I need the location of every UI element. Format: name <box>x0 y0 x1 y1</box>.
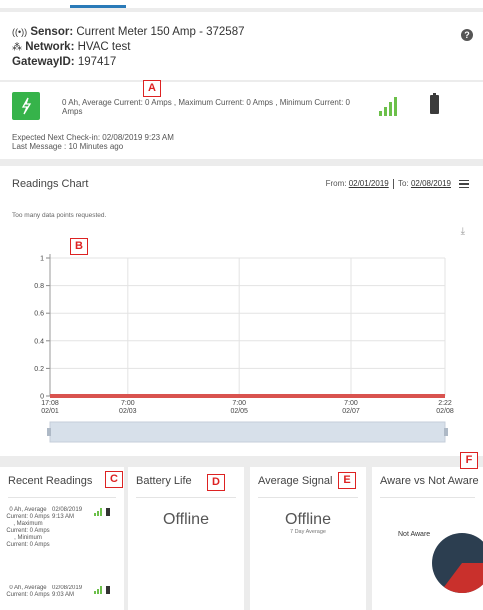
recent-reading-value: 0 Ah, Average Current: 0 Amps <box>6 585 50 598</box>
annotation-label-f: F <box>460 452 478 469</box>
gateway-label: GatewayID: <box>12 56 75 68</box>
battery-icon <box>106 508 110 516</box>
sensor-status-icon <box>12 92 40 120</box>
aware-card: Aware vs Not Aware Not Aware <box>372 467 483 610</box>
battery-life-title: Battery Life <box>136 475 192 487</box>
active-tab-indicator[interactable] <box>70 5 126 8</box>
recent-reading-item[interactable]: 0 Ah, Average Current: 0 Amps , Maximum … <box>6 507 116 579</box>
recent-readings-card: Recent Readings 0 Ah, Average Current: 0… <box>0 467 124 610</box>
aware-title: Aware vs Not Aware <box>380 475 479 487</box>
recent-reading-item[interactable]: 0 Ah, Average Current: 0 Amps 02/08/2019… <box>6 585 116 610</box>
x-tick-label: 02/08 <box>436 408 454 415</box>
y-tick-label: 1 <box>40 256 44 263</box>
sensor-header-panel: ((•)) Sensor: Current Meter 150 Amp - 37… <box>0 12 483 80</box>
next-checkin: Expected Next Check-in: 02/08/2019 9:23 … <box>12 133 174 142</box>
range-navigator[interactable] <box>49 421 446 443</box>
sensor-status-panel: 0 Ah, Average Current: 0 Amps , Maximum … <box>0 82 483 159</box>
x-tick-label: 02/05 <box>230 408 248 415</box>
not-aware-label: Not Aware <box>398 531 431 538</box>
gateway-row: GatewayID: 197417 <box>12 56 116 68</box>
x-tick-label: 17:08 <box>41 400 59 407</box>
checkin-info: Expected Next Check-in: 02/08/2019 9:23 … <box>12 133 174 151</box>
x-tick-label: 02/03 <box>119 408 137 415</box>
x-tick-label: 7:00 <box>232 400 246 407</box>
average-signal-value: Offline <box>285 511 331 528</box>
recent-reading-date: 02/08/2019 <box>52 507 83 513</box>
range-handle-right[interactable] <box>444 428 448 436</box>
readings-chart-panel: Readings Chart From: 02/01/2019 To: 02/0… <box>0 166 483 456</box>
recent-reading-time: 9:03 AM <box>52 592 75 598</box>
recent-reading-date: 02/08/2019 <box>52 585 83 591</box>
card-divider <box>136 497 236 498</box>
battery-icon <box>430 93 439 114</box>
y-tick-label: 0.8 <box>34 283 44 290</box>
recent-reading-datetime: 02/08/2019 9:03 AM <box>52 585 82 599</box>
x-tick-label: 02/07 <box>342 408 360 415</box>
range-handle-left[interactable] <box>47 428 51 436</box>
gateway-id: 197417 <box>77 56 117 68</box>
aware-pie-chart <box>432 533 483 593</box>
network-name: HVAC test <box>77 41 131 53</box>
card-divider <box>258 497 358 498</box>
readings-chart: 00.20.40.60.8117:0802/017:0002/037:0002/… <box>34 254 454 443</box>
recent-reading-value: 0 Ah, Average Current: 0 Amps , Maximum … <box>6 507 50 548</box>
battery-life-card: Battery Life Offline <box>128 467 244 610</box>
average-signal-title: Average Signal <box>258 475 333 487</box>
top-nav-bar <box>0 0 483 8</box>
x-tick-label: 02/01 <box>41 408 59 415</box>
y-tick-label: 0.4 <box>34 338 44 345</box>
annotation-label-a: A <box>143 80 161 97</box>
signal-bars-icon <box>94 508 104 516</box>
annotation-label-d: D <box>207 474 225 491</box>
annotation-label-c: C <box>105 471 123 488</box>
card-divider <box>380 497 475 498</box>
battery-icon <box>106 586 110 594</box>
signal-bars-icon <box>379 96 401 116</box>
current-reading-text: 0 Ah, Average Current: 0 Amps , Maximum … <box>62 98 350 116</box>
help-icon[interactable]: ? <box>461 29 473 41</box>
y-tick-label: 0.6 <box>34 311 44 318</box>
battery-life-value: Offline <box>163 511 209 528</box>
average-signal-note: 7 Day Average <box>290 529 326 535</box>
network-row: ⁂ Network: HVAC test <box>12 41 130 53</box>
annotation-label-e: E <box>338 472 356 489</box>
network-icon: ⁂ <box>12 42 22 53</box>
recent-reading-datetime: 02/08/2019 9:13 AM <box>52 507 82 521</box>
recent-readings-title: Recent Readings <box>8 475 93 487</box>
x-tick-label: 7:00 <box>121 400 135 407</box>
sensor-name: Current Meter 150 Amp - 372587 <box>76 26 245 38</box>
recent-reading-time: 9:13 AM <box>52 514 75 520</box>
sensor-wireless-icon: ((•)) <box>12 27 28 37</box>
card-divider <box>8 497 116 498</box>
network-label: Network: <box>25 41 75 53</box>
sensor-row: ((•)) Sensor: Current Meter 150 Amp - 37… <box>12 26 245 38</box>
x-tick-label: 2:22 <box>438 400 452 407</box>
y-tick-label: 0.2 <box>34 366 44 373</box>
sensor-label: Sensor: <box>30 26 74 38</box>
signal-bars-icon <box>94 586 104 594</box>
last-message: Last Message : 10 Minutes ago <box>12 142 124 151</box>
annotation-label-b: B <box>70 238 88 255</box>
x-tick-label: 7:00 <box>344 400 358 407</box>
